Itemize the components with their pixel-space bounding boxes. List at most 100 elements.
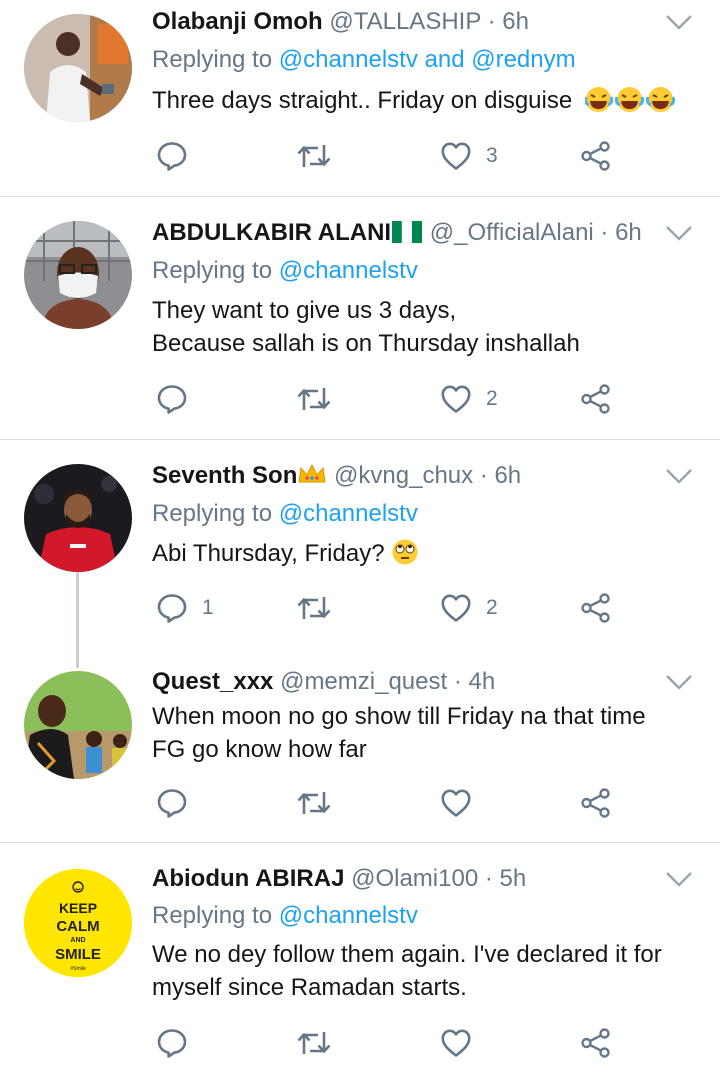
crown-icon	[298, 463, 326, 483]
tweet-text: They want to give us 3 days, Because sal…	[152, 294, 580, 360]
display-name[interactable]: Quest_xxx	[152, 668, 273, 695]
tweet[interactable]: Quest_xxx @memzi_quest · 4h When moon no…	[0, 655, 720, 842]
handle-time[interactable]: @TALLASHIP · 6h	[329, 8, 529, 35]
like-count: 2	[486, 387, 498, 410]
mention-link[interactable]: @channelstv	[279, 257, 418, 284]
avatar-photo	[24, 14, 132, 122]
like-button[interactable]	[440, 783, 486, 823]
retweet-button[interactable]	[296, 136, 346, 176]
avatar-text-calm: CALM	[56, 918, 99, 935]
avatar[interactable]	[24, 14, 132, 122]
retweet-button[interactable]	[296, 379, 346, 419]
tweet[interactable]: ABDULKABIR ALANI @_OfficialAlani · 6h Re…	[0, 197, 720, 439]
nigeria-flag-icon	[392, 220, 423, 244]
avatar-text-and: AND	[70, 937, 85, 944]
chevron-down-icon[interactable]	[664, 12, 694, 32]
like-button[interactable]: 3	[440, 136, 498, 176]
like-icon	[440, 592, 472, 624]
display-name[interactable]: Abiodun ABIRAJ	[152, 865, 344, 892]
avatar-photo	[24, 671, 132, 779]
share-icon	[580, 1027, 612, 1059]
like-button[interactable]	[440, 1023, 486, 1063]
share-button[interactable]	[580, 588, 612, 628]
like-button[interactable]: 2	[440, 379, 498, 419]
reply-icon	[156, 787, 188, 819]
tweet[interactable]: Olabanji Omoh @TALLASHIP · 6h Replying t…	[0, 0, 720, 196]
chevron-down-icon[interactable]	[664, 869, 694, 889]
avatar-photo	[24, 221, 132, 329]
retweet-icon	[296, 1027, 332, 1059]
avatar-photo	[24, 464, 132, 572]
replying-to-label: Replying to	[152, 46, 273, 73]
reply-button[interactable]	[156, 783, 202, 823]
tweet-text-line: Three days straight.. Friday on disguise	[152, 87, 573, 114]
retweet-icon	[296, 383, 332, 415]
tweet-header: Olabanji Omoh @TALLASHIP · 6h	[152, 4, 529, 40]
handle-time[interactable]: @kvng_chux · 6h	[334, 462, 521, 489]
like-icon	[440, 787, 472, 819]
reply-icon	[156, 1027, 188, 1059]
share-icon	[580, 383, 612, 415]
retweet-button[interactable]	[296, 588, 346, 628]
tweet-text: When moon no go show till Friday na that…	[152, 700, 646, 766]
tweet-actions	[152, 783, 632, 823]
share-icon	[580, 592, 612, 624]
replying-to: Replying to @channelstv and @rednym	[152, 43, 576, 77]
avatar[interactable]: KEEP CALM AND SMILE #Smile	[24, 869, 132, 977]
reply-icon	[156, 140, 188, 172]
mention-link[interactable]: @channelstv	[279, 902, 418, 929]
share-icon	[580, 140, 612, 172]
display-name[interactable]: ABDULKABIR ALANI	[152, 219, 391, 246]
mention-link[interactable]: @channelstv	[279, 500, 418, 527]
handle-time[interactable]: @Olami100 · 5h	[351, 865, 526, 892]
tweet-text: We no dey follow them again. I've declar…	[152, 938, 662, 1004]
share-button[interactable]	[580, 783, 612, 823]
tweet[interactable]: KEEP CALM AND SMILE #Smile Abiodun ABIRA…	[0, 843, 720, 1080]
like-count: 3	[486, 144, 498, 167]
tweet-header: Seventh Son @kvng_chux · 6h	[152, 458, 521, 494]
share-button[interactable]	[580, 379, 612, 419]
tweet-header: ABDULKABIR ALANI @_OfficialAlani · 6h	[152, 215, 642, 251]
reply-button[interactable]	[156, 1023, 202, 1063]
avatar-keep-calm-image: KEEP CALM AND SMILE #Smile	[24, 869, 132, 977]
laughing-emoji-icon	[583, 87, 675, 114]
mention-link[interactable]: @channelstv and @rednym	[279, 46, 576, 73]
tweet-text-line: We no dey follow them again. I've declar…	[152, 941, 662, 968]
tweet-header: Abiodun ABIRAJ @Olami100 · 5h	[152, 861, 526, 897]
tweet-actions: 3	[152, 136, 632, 176]
tweet-text: Three days straight.. Friday on disguise	[152, 84, 675, 117]
avatar-text-hashtag: #Smile	[70, 966, 86, 972]
handle-time[interactable]: @memzi_quest · 4h	[280, 668, 495, 695]
avatar-text-keep: KEEP	[59, 900, 97, 916]
reply-button[interactable]	[156, 136, 202, 176]
like-icon	[440, 1027, 472, 1059]
reply-button[interactable]: 1	[156, 588, 214, 628]
tweet-actions	[152, 1023, 632, 1063]
retweet-icon	[296, 140, 332, 172]
eye-roll-emoji-icon	[385, 539, 420, 567]
display-name[interactable]: Olabanji Omoh	[152, 8, 323, 35]
tweet-text-line: When moon no go show till Friday na that…	[152, 703, 646, 730]
like-button[interactable]: 2	[440, 588, 498, 628]
chevron-down-icon[interactable]	[664, 672, 694, 692]
retweet-button[interactable]	[296, 1023, 346, 1063]
handle-time[interactable]: @_OfficialAlani · 6h	[430, 219, 642, 246]
tweet-text-line: Because sallah is on Thursday inshallah	[152, 330, 580, 357]
share-button[interactable]	[580, 136, 612, 176]
retweet-button[interactable]	[296, 783, 346, 823]
reply-icon	[156, 592, 188, 624]
tweet-text-line: Abi Thursday, Friday?	[152, 540, 385, 567]
tweet[interactable]: Seventh Son @kvng_chux · 6h Replying to …	[0, 440, 720, 654]
replying-to-label: Replying to	[152, 902, 273, 929]
avatar[interactable]	[24, 221, 132, 329]
chevron-down-icon[interactable]	[664, 223, 694, 243]
tweet-text-line: They want to give us 3 days,	[152, 297, 457, 324]
display-name[interactable]: Seventh Son	[152, 462, 297, 489]
chevron-down-icon[interactable]	[664, 466, 694, 486]
avatar[interactable]	[24, 671, 132, 779]
avatar[interactable]	[24, 464, 132, 572]
tweet-text-line: myself since Ramadan starts.	[152, 974, 467, 1001]
reply-button[interactable]	[156, 379, 202, 419]
tweet-actions: 1 2	[152, 588, 632, 628]
share-button[interactable]	[580, 1023, 612, 1063]
